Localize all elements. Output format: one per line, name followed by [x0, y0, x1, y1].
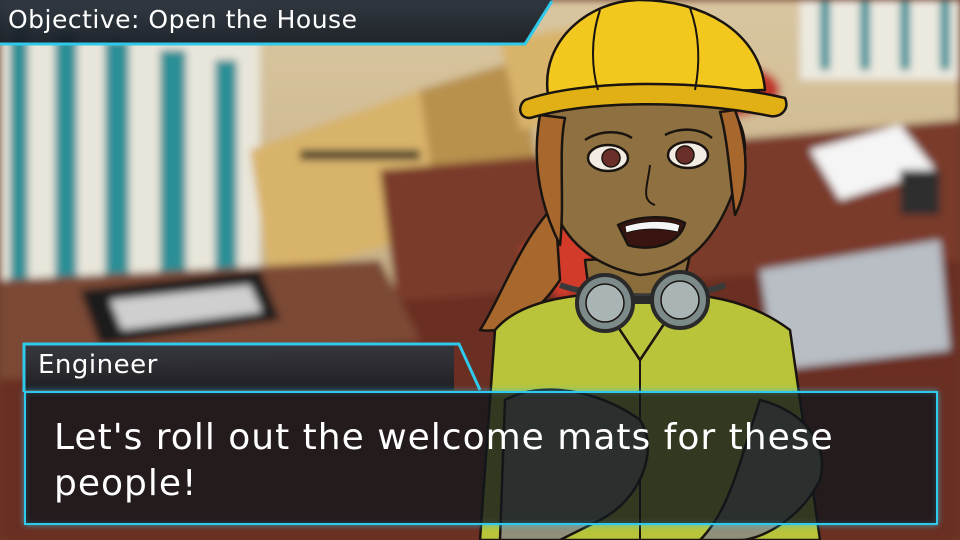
speaker-name: Engineer — [38, 350, 158, 380]
dialog-line: Let's roll out the welcome mats for thes… — [54, 417, 834, 504]
dialog-box[interactable]: Let's roll out the welcome mats for thes… — [24, 391, 938, 525]
objective-text: Objective: Open the House — [8, 5, 358, 34]
game-scene: Objective: Open the House Engineer Let's… — [0, 0, 960, 540]
